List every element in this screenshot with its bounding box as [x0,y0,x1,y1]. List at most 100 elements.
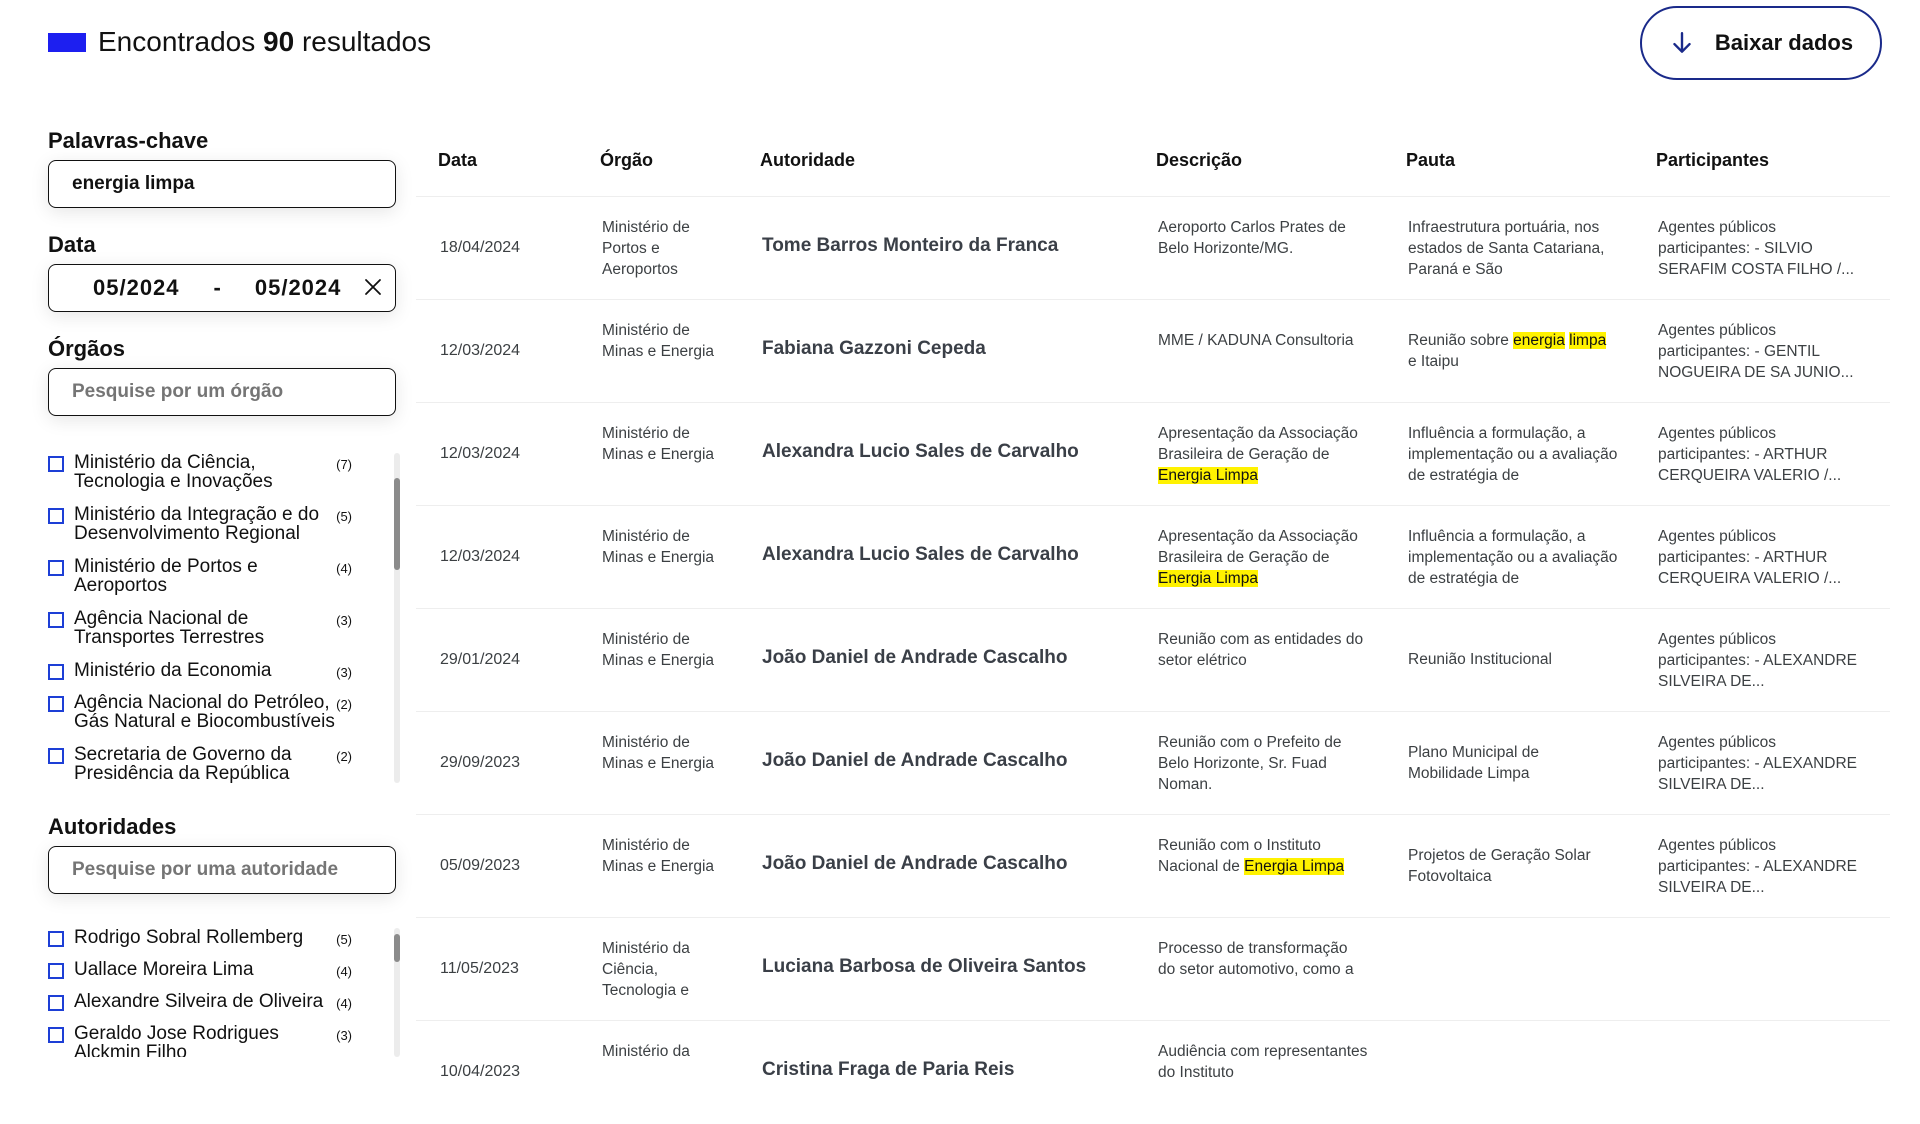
cell-descricao: Audiência com representantes do Institut… [1158,1041,1368,1104]
text-fragment: Apresentação da Associação Brasileira de… [1158,425,1358,463]
cell-participantes: Agentes públicos participantes: - SILVIO… [1658,219,1855,278]
checkbox[interactable] [48,931,64,947]
autoridade-filter-item[interactable]: Uallace Moreira Lima (4) [48,960,378,979]
table-row[interactable]: 12/03/2024 Ministério de Minas e Energia A… [416,402,1890,505]
table-row[interactable]: 29/09/2023 Ministério de Minas e Energia J… [416,711,1890,814]
orgaos-scrollbar[interactable] [394,453,400,783]
orgao-filter-item[interactable]: Ministério da Economia (3) [48,661,378,680]
orgao-filter-item[interactable]: Ministério de Portos e Aeroportos (4) [48,557,378,595]
cell-autoridade: Fabiana Gazzoni Cepeda [762,338,986,359]
filter-label: Rodrigo Sobral Rollemberg [74,928,304,948]
cell-autoridade: Alexandra Lucio Sales de Carvalho [762,544,1079,565]
autoridades-search-box [48,846,396,894]
download-data-button[interactable]: Baixar dados [1640,6,1882,80]
results-summary: Encontrados 90 resultados [98,26,431,58]
column-header-orgao: Órgão [600,150,654,170]
autoridade-filter-item[interactable]: Rodrigo Sobral Rollemberg (5) [48,928,378,947]
cell-pauta: Infraestrutura portuária, nos estados de… [1408,217,1618,280]
text-fragment: Projetos de Geração Solar Fotovoltaica [1408,847,1591,885]
table-row[interactable]: 18/04/2024 Ministério de Portos e Aeropor… [416,196,1890,299]
cell-orgao: Ministério de Minas e Energia [602,425,715,463]
filter-label: Ministério da Integração e do Desenvolvi… [74,504,320,544]
column-header-descricao: Descrição [1156,150,1243,170]
checkbox[interactable] [48,664,64,680]
cell-orgao: Ministério da Ciência, Tecnologia e [602,940,690,999]
text-fragment: Plano Municipal de Mobilidade Limpa [1408,744,1539,782]
accent-bar [48,32,86,52]
keywords-title: Palavras-chave [48,128,209,153]
cell-orgao: Ministério de Minas e Energia [602,837,715,875]
cell-data: 05/09/2023 [440,857,521,874]
cell-data: 29/09/2023 [440,754,521,771]
close-icon[interactable] [363,277,383,297]
text-fragment: Infraestrutura portuária, nos estados de… [1408,219,1605,278]
cell-descricao: Processo de transformação do setor autom… [1158,938,1368,1001]
orgao-filter-item[interactable]: Agência Nacional do Petróleo, Gás Natura… [48,693,378,731]
text-fragment: e Itaipu [1408,353,1459,370]
orgao-filter-item[interactable]: Secretaria de Governo da Presidência da … [48,745,378,783]
orgaos-search-input[interactable] [49,380,374,404]
cell-descricao: Reunião com as entidades do setor elétri… [1158,629,1368,692]
checkbox[interactable] [48,612,64,628]
cell-descricao: MME / KADUNA Consultoria [1158,330,1368,393]
filter-label: Agência Nacional de Transportes Terrestr… [74,608,265,648]
column-header-participantes: Participantes [1656,150,1770,170]
orgao-filter-item[interactable]: Ministério da Integração e do Desenvolvi… [48,505,378,543]
checkbox[interactable] [48,560,64,576]
checkbox[interactable] [48,995,64,1011]
text-fragment: Reunião Institucional [1408,651,1552,668]
date-to[interactable]: 05/2024 [255,275,342,301]
checkbox[interactable] [48,508,64,524]
autoridade-filter-item[interactable]: Alexandre Silveira de Oliveira (4) [48,992,378,1011]
cell-pauta [1408,1061,1618,1124]
checkbox[interactable] [48,748,64,764]
cell-pauta [1408,958,1618,1021]
table-row[interactable]: 29/01/2024 Ministério de Minas e Energia J… [416,608,1890,711]
scrollbar-thumb[interactable] [394,934,400,962]
highlighted-term: Energia Limpa [1158,570,1258,587]
cell-pauta: Reunião Institucional [1408,649,1618,712]
table-row[interactable]: 12/03/2024 Ministério de Minas e Energia A… [416,505,1890,608]
highlighted-term: limpa [1569,332,1607,349]
date-title: Data [48,232,96,257]
cell-pauta: Influência a formulação, a implementação… [1408,526,1618,589]
cell-orgao: Ministério de Portos e Aeroportos [602,219,690,278]
filter-count: (3) [336,613,352,628]
column-header-pauta: Pauta [1406,150,1456,170]
text-fragment: MME / KADUNA Consultoria [1158,332,1354,349]
text-fragment: Audiência com representantes do Institut… [1158,1043,1368,1081]
filter-count: (7) [336,457,352,472]
autoridade-filter-item[interactable]: Geraldo Jose Rodrigues Alckmin Filho (3) [48,1024,378,1057]
cell-orgao: Ministério de Minas e Energia [602,322,715,360]
date-from[interactable]: 05/2024 [93,275,180,301]
date-range-field[interactable]: 05/2024 - 05/2024 [48,264,396,312]
filter-count: (5) [336,932,352,947]
cell-data: 11/05/2023 [440,960,519,977]
table-row[interactable]: 05/09/2023 Ministério de Minas e Energia J… [416,814,1890,917]
checkbox[interactable] [48,963,64,979]
autoridades-scrollbar[interactable] [394,928,400,1057]
cell-data: 18/04/2024 [440,239,521,256]
orgao-filter-item[interactable]: Ministério da Ciência, Tecnologia e Inov… [48,453,378,491]
text-fragment: Influência a formulação, a implementação… [1408,425,1618,484]
cell-autoridade: Tome Barros Monteiro da Franca [762,235,1059,256]
cell-autoridade: João Daniel de Andrade Cascalho [762,750,1068,771]
autoridades-filter-list: Rodrigo Sobral Rollemberg (5) Uallace Mo… [48,928,400,1057]
table-row[interactable]: 12/03/2024 Ministério de Minas e Energia F… [416,299,1890,402]
date-separator: - [213,275,221,300]
autoridades-search-input[interactable] [49,858,374,882]
checkbox[interactable] [48,696,64,712]
checkbox[interactable] [48,1027,64,1043]
orgaos-filter-list: Ministério da Ciência, Tecnologia e Inov… [48,453,400,783]
scrollbar-thumb[interactable] [394,478,400,570]
checkbox[interactable] [48,456,64,472]
table-row[interactable]: 10/04/2023 Ministério da Cristina Fraga de… [416,1020,1890,1123]
results-prefix: Encontrados [98,26,256,57]
filter-count: (4) [336,561,352,576]
results-count: 90 [263,26,295,57]
keywords-input[interactable] [49,172,374,196]
cell-participantes: Agentes públicos participantes: - ARTHUR… [1658,425,1842,484]
orgao-filter-item[interactable]: Agência Nacional de Transportes Terrestr… [48,609,378,647]
cell-autoridade: Cristina Fraga de Paria Reis [762,1059,1015,1080]
table-row[interactable]: 11/05/2023 Ministério da Ciência, Tecnolo… [416,917,1890,1020]
